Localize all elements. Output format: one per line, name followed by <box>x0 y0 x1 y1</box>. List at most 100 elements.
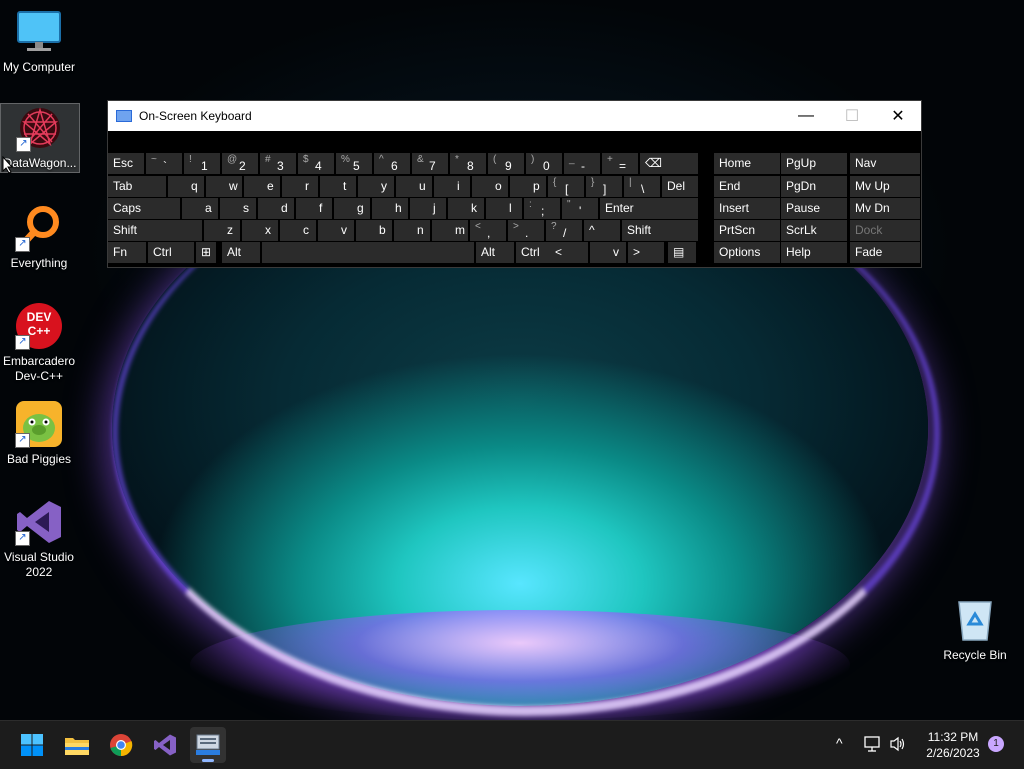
key-[interactable]: <, <box>470 220 506 241</box>
key-2[interactable]: @2 <box>222 153 258 174</box>
key-h[interactable]: h <box>372 198 408 219</box>
key-Shift[interactable]: Shift <box>108 220 202 241</box>
key-i[interactable]: i <box>434 176 470 197</box>
show-hidden-icons-button[interactable]: ^ <box>836 735 843 751</box>
key-[interactable]: + = <box>602 153 638 174</box>
key-scrlk[interactable]: ScrLk <box>781 220 847 241</box>
key-Fn[interactable]: Fn <box>108 242 146 263</box>
key-pgup[interactable]: PgUp <box>781 153 847 174</box>
key-z[interactable]: z <box>204 220 240 241</box>
desktop-icon-my-computer[interactable]: My Computer <box>0 8 78 75</box>
key-pause[interactable]: Pause <box>781 198 847 219</box>
key-4[interactable]: $4 <box>298 153 334 174</box>
key-pgdn[interactable]: PgDn <box>781 176 847 197</box>
notification-badge[interactable]: 1 <box>988 736 1004 752</box>
key-nav[interactable]: Nav <box>850 153 920 174</box>
key-space[interactable] <box>262 242 474 263</box>
key-[interactable]: ▤ <box>668 242 696 263</box>
key-3[interactable]: #3 <box>260 153 296 174</box>
key-[interactable]: >. <box>508 220 544 241</box>
key-n[interactable]: n <box>394 220 430 241</box>
minimize-button[interactable]: — <box>783 101 829 131</box>
key-c[interactable]: c <box>280 220 316 241</box>
key-e[interactable]: e <box>244 176 280 197</box>
key-Esc[interactable]: Esc <box>108 153 144 174</box>
key-[interactable]: ~ ` <box>146 153 182 174</box>
key-[interactable]: < <box>550 242 588 263</box>
chrome-button[interactable] <box>103 727 139 763</box>
key-v[interactable]: v <box>590 242 626 263</box>
key-home[interactable]: Home <box>714 153 780 174</box>
key-x[interactable]: x <box>242 220 278 241</box>
on-screen-keyboard-window[interactable]: On-Screen Keyboard — ☐ ✕ Esc ~ `! 1 @2 #3 $4% 5… <box>107 100 922 268</box>
close-button[interactable]: ✕ <box>875 101 921 131</box>
key-v[interactable]: v <box>318 220 354 241</box>
key-dock[interactable]: Dock <box>850 220 920 241</box>
key-p[interactable]: p <box>510 176 546 197</box>
key-Shift[interactable]: Shift <box>622 220 698 241</box>
key-end[interactable]: End <box>714 176 780 197</box>
key-[interactable]: | \ <box>624 176 660 197</box>
desktop-icon-recycle-bin[interactable]: Recycle Bin <box>936 596 1014 663</box>
key-9[interactable]: (9 <box>488 153 524 174</box>
key-[interactable]: ^ <box>584 220 620 241</box>
key-q[interactable]: q <box>168 176 204 197</box>
key-Alt[interactable]: Alt <box>222 242 260 263</box>
on-screen-keyboard-button[interactable] <box>190 727 226 763</box>
desktop-icon-devcpp[interactable]: DEV C++ ↗ Embarcadero Dev-C++ <box>0 302 78 384</box>
key-m[interactable]: m <box>432 220 468 241</box>
key-g[interactable]: g <box>334 198 370 219</box>
key-fade[interactable]: Fade <box>850 242 920 263</box>
network-icon[interactable] <box>864 736 882 752</box>
key-Del[interactable]: Del <box>662 176 698 197</box>
key-[interactable]: }] <box>586 176 622 197</box>
key-5[interactable]: % 5 <box>336 153 372 174</box>
visual-studio-button[interactable] <box>147 727 183 763</box>
key-insert[interactable]: Insert <box>714 198 780 219</box>
key-a[interactable]: a <box>182 198 218 219</box>
start-button[interactable] <box>14 727 50 763</box>
key-1[interactable]: ! 1 <box>184 153 220 174</box>
key-7[interactable]: & 7 <box>412 153 448 174</box>
key-Enter[interactable]: Enter <box>600 198 698 219</box>
desktop-icon-bad-piggies[interactable]: ↗ Bad Piggies <box>0 400 78 467</box>
window-title: On-Screen Keyboard <box>139 109 252 123</box>
desktop-icon-everything[interactable]: ↗ Everything <box>0 204 78 271</box>
key-j[interactable]: j <box>410 198 446 219</box>
key-s[interactable]: s <box>220 198 256 219</box>
key-y[interactable]: y <box>358 176 394 197</box>
key-Caps[interactable]: Caps <box>108 198 180 219</box>
key-options[interactable]: Options <box>714 242 780 263</box>
key-Tab[interactable]: Tab <box>108 176 166 197</box>
window-titlebar[interactable]: On-Screen Keyboard — ☐ ✕ <box>108 101 921 131</box>
key-d[interactable]: d <box>258 198 294 219</box>
key-Ctrl[interactable]: Ctrl <box>148 242 194 263</box>
key-o[interactable]: o <box>472 176 508 197</box>
key-Alt[interactable]: Alt <box>476 242 514 263</box>
key-mv-dn[interactable]: Mv Dn <box>850 198 920 219</box>
key-help[interactable]: Help <box>781 242 847 263</box>
key-b[interactable]: b <box>356 220 392 241</box>
key-[interactable]: _ - <box>564 153 600 174</box>
key-w[interactable]: w <box>206 176 242 197</box>
key-6[interactable]: ^ 6 <box>374 153 410 174</box>
key-[interactable]: {[ <box>548 176 584 197</box>
key-u[interactable]: u <box>396 176 432 197</box>
clock[interactable]: 11:32 PM 2/26/2023 <box>918 729 988 761</box>
maximize-button[interactable]: ☐ <box>829 101 875 131</box>
file-explorer-button[interactable] <box>59 727 95 763</box>
key-[interactable]: ⊞ <box>196 242 216 263</box>
key-[interactable]: ⌫ <box>640 153 698 174</box>
key-prtscn[interactable]: PrtScn <box>714 220 780 241</box>
key-[interactable]: " ' <box>562 198 598 219</box>
key-f[interactable]: f <box>296 198 332 219</box>
key-0[interactable]: ) 0 <box>526 153 562 174</box>
key-[interactable]: ? / <box>546 220 582 241</box>
key-[interactable]: > <box>628 242 664 263</box>
desktop-icon-visual-studio[interactable]: ↗ Visual Studio 2022 <box>0 498 78 580</box>
key-t[interactable]: t <box>320 176 356 197</box>
key-8[interactable]: * 8 <box>450 153 486 174</box>
key-r[interactable]: r <box>282 176 318 197</box>
volume-icon[interactable] <box>889 736 907 752</box>
key-mv-up[interactable]: Mv Up <box>850 176 920 197</box>
